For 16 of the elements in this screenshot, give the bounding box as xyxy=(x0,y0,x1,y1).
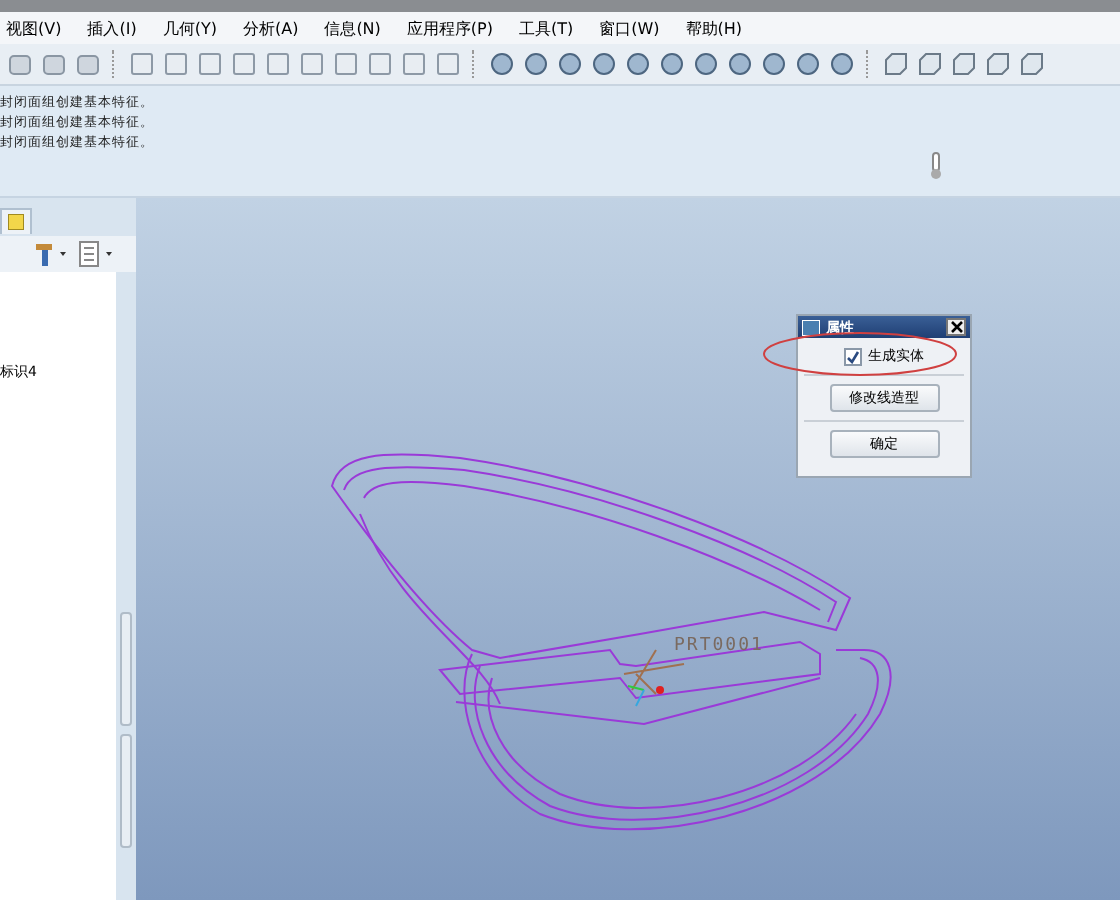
model-label: PRT0001 xyxy=(674,636,764,656)
menu-item[interactable]: 帮助(H) xyxy=(685,17,743,39)
menu-item[interactable]: 窗口(W) xyxy=(599,17,660,39)
splitter-handle[interactable] xyxy=(120,734,132,848)
menu-item[interactable]: 几何(Y) xyxy=(162,17,217,39)
check-icon xyxy=(846,349,860,363)
close-button[interactable] xyxy=(946,318,966,336)
menu-item[interactable]: 工具(T) xyxy=(519,17,574,39)
menu-item[interactable]: 插入(I) xyxy=(87,17,137,39)
menu-item[interactable]: 信息(N) xyxy=(324,17,381,39)
splitter-handle[interactable] xyxy=(120,612,132,726)
model-tree-tab[interactable] xyxy=(0,208,32,234)
menu-item[interactable]: 应用程序(P) xyxy=(406,17,493,39)
thermometer-icon xyxy=(928,152,944,180)
menu-item[interactable]: 视图(V) xyxy=(6,17,62,39)
menu-item[interactable]: 分析(A) xyxy=(242,17,299,39)
